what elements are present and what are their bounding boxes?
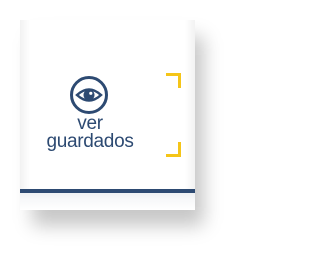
corner-bracket-bottom-right xyxy=(166,142,181,157)
view-saved-label-line2: guardados xyxy=(46,131,134,152)
bottom-gradient xyxy=(20,193,195,210)
saved-items-card: ver guardados xyxy=(20,20,195,210)
view-saved-button[interactable] xyxy=(69,75,109,115)
screenshot-stage: ver guardados xyxy=(0,0,251,264)
eye-icon xyxy=(70,76,108,114)
corner-bracket-top-right xyxy=(166,73,181,88)
view-saved-link[interactable]: ver guardados xyxy=(20,114,160,152)
